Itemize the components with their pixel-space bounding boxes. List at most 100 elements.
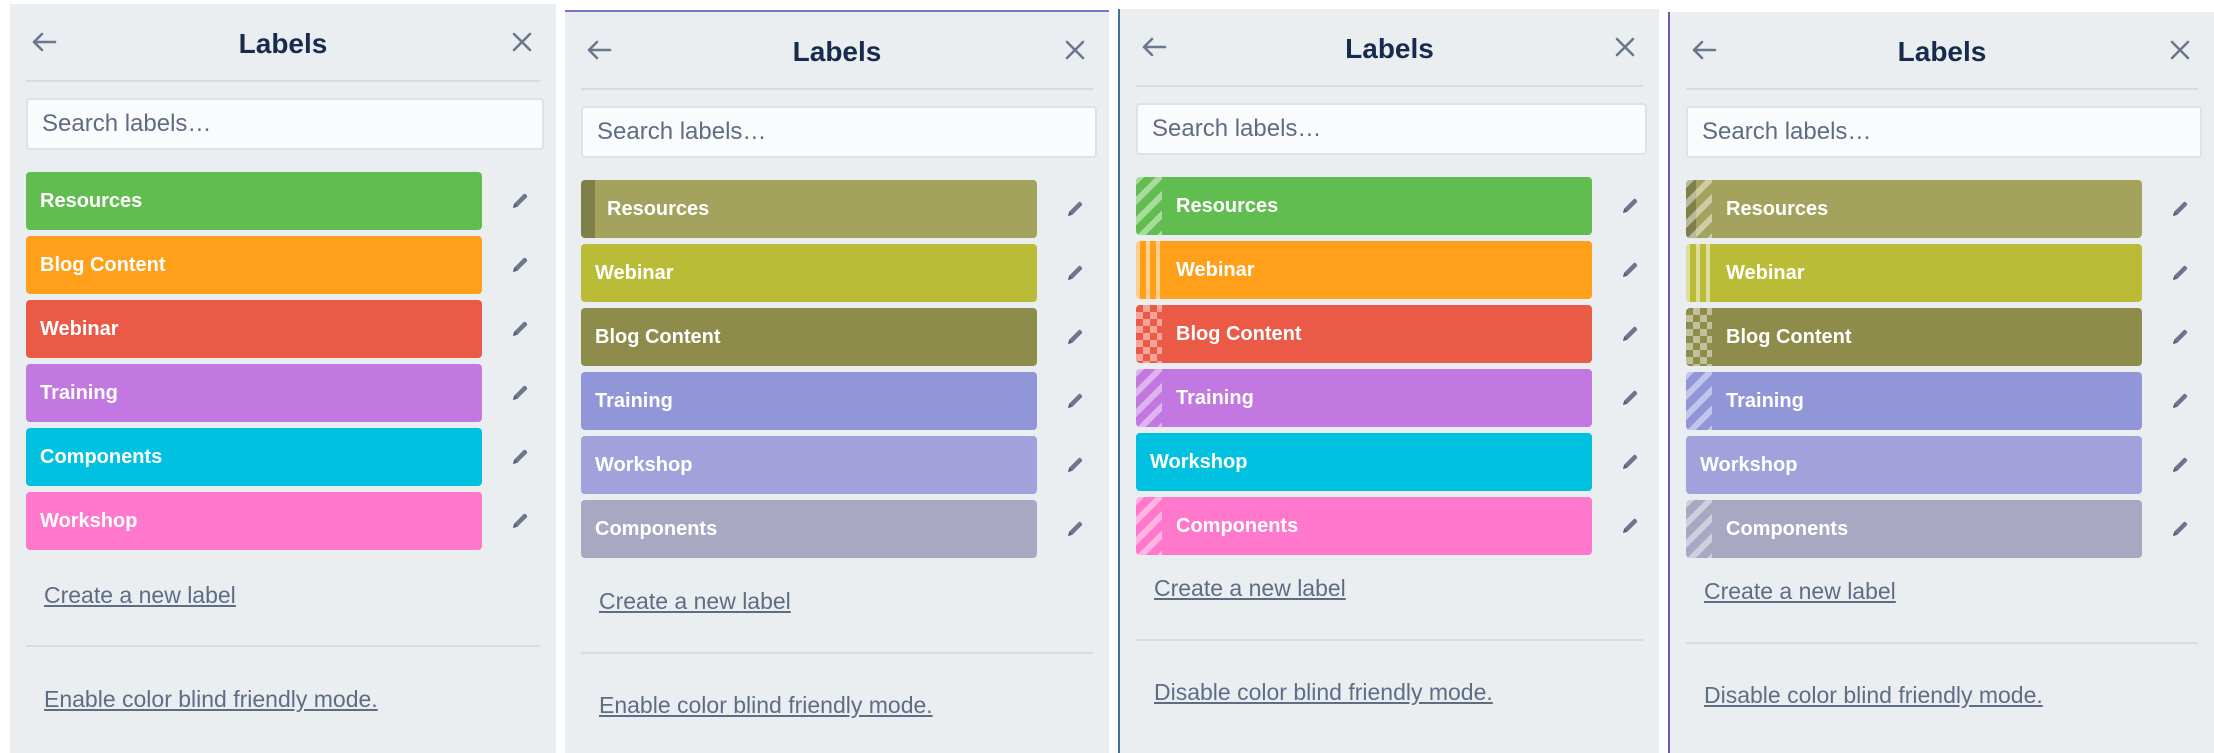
search-input[interactable] <box>1686 106 2202 158</box>
label-name: Training <box>595 390 673 412</box>
label-chip-workshop[interactable]: Workshop <box>26 492 482 550</box>
color-blind-toggle-link[interactable]: Enable color blind friendly mode. <box>599 692 933 719</box>
label-chip-components[interactable]: Components <box>581 500 1037 558</box>
pencil-icon <box>2173 457 2188 472</box>
label-name: Workshop <box>595 454 693 476</box>
label-chip-blog-content[interactable]: Blog Content <box>581 308 1037 366</box>
label-row-workshop: Workshop <box>26 492 540 550</box>
label-chip-training[interactable]: Training <box>581 372 1037 430</box>
edit-label-button[interactable] <box>506 443 534 471</box>
label-row-resources: Resources <box>1136 177 1643 235</box>
label-row-blog-content: Blog Content <box>1136 305 1643 363</box>
edit-label-button[interactable] <box>1061 451 1089 479</box>
label-chip-workshop[interactable]: Workshop <box>1136 433 1592 491</box>
edit-label-button[interactable] <box>1616 320 1644 348</box>
close-button[interactable] <box>2162 32 2198 68</box>
label-name: Resources <box>607 198 710 220</box>
edit-label-button[interactable] <box>1616 448 1644 476</box>
label-chip-workshop[interactable]: Workshop <box>1686 436 2142 494</box>
label-chip-components[interactable]: Components <box>1136 497 1592 555</box>
label-row-components: Components <box>581 500 1093 558</box>
create-label-link[interactable]: Create a new label <box>1704 578 1896 605</box>
search-input[interactable] <box>1136 103 1647 155</box>
label-row-blog-content: Blog Content <box>26 236 540 294</box>
edit-label-button[interactable] <box>2166 259 2194 287</box>
close-button[interactable] <box>1057 32 1093 68</box>
edit-label-button[interactable] <box>506 507 534 535</box>
label-chip-components[interactable]: Components <box>26 428 482 486</box>
label-name: Components <box>1176 515 1299 537</box>
label-chip-blog-content[interactable]: Blog Content <box>26 236 482 294</box>
edit-label-button[interactable] <box>1061 195 1089 223</box>
pencil-icon <box>1623 454 1638 469</box>
close-button[interactable] <box>1607 29 1643 65</box>
edit-label-button[interactable] <box>506 187 534 215</box>
pencil-icon <box>1068 265 1083 280</box>
label-chip-resources[interactable]: Resources <box>581 180 1037 238</box>
edit-label-button[interactable] <box>2166 323 2194 351</box>
label-chip-training[interactable]: Training <box>26 364 482 422</box>
pencil-icon <box>513 513 528 528</box>
color-blind-pattern <box>1136 241 1162 299</box>
color-blind-toggle-link[interactable]: Disable color blind friendly mode. <box>1154 679 1493 706</box>
label-chip-blog-content[interactable]: Blog Content <box>1136 305 1592 363</box>
label-chip-webinar[interactable]: Webinar <box>1686 244 2142 302</box>
label-name: Webinar <box>40 318 119 340</box>
label-chip-workshop[interactable]: Workshop <box>581 436 1037 494</box>
color-blind-pattern <box>1686 244 1712 302</box>
label-row-blog-content: Blog Content <box>1686 308 2198 366</box>
edit-label-button[interactable] <box>506 379 534 407</box>
pencil-icon <box>513 385 528 400</box>
edit-label-button[interactable] <box>1616 256 1644 284</box>
header-divider <box>1686 88 2198 90</box>
label-chip-components[interactable]: Components <box>1686 500 2142 558</box>
edit-label-button[interactable] <box>2166 387 2194 415</box>
edit-label-button[interactable] <box>1061 515 1089 543</box>
edit-label-button[interactable] <box>2166 451 2194 479</box>
color-blind-pattern <box>1686 372 1712 430</box>
label-chip-webinar[interactable]: Webinar <box>26 300 482 358</box>
edit-label-button[interactable] <box>1616 192 1644 220</box>
create-label-link[interactable]: Create a new label <box>44 582 236 609</box>
create-label-link[interactable]: Create a new label <box>1154 575 1346 602</box>
label-row-resources: Resources <box>26 172 540 230</box>
footer-divider <box>581 652 1093 654</box>
close-button[interactable] <box>504 24 540 60</box>
label-chip-resources[interactable]: Resources <box>1686 180 2142 238</box>
color-blind-toggle-link[interactable]: Disable color blind friendly mode. <box>1704 682 2043 709</box>
edit-label-button[interactable] <box>1616 512 1644 540</box>
pencil-icon <box>1623 326 1638 341</box>
label-chip-resources[interactable]: Resources <box>1136 177 1592 235</box>
label-row-components: Components <box>26 428 540 486</box>
label-name: Workshop <box>40 510 138 532</box>
color-blind-toggle-link[interactable]: Enable color blind friendly mode. <box>44 686 378 713</box>
labels-panel-1: Labels Resources Blog Content Webinar Train… <box>10 4 556 753</box>
edit-label-button[interactable] <box>1616 384 1644 412</box>
label-chip-webinar[interactable]: Webinar <box>1136 241 1592 299</box>
footer-divider <box>1136 639 1643 641</box>
color-blind-pattern <box>1686 180 1712 238</box>
search-input[interactable] <box>581 106 1097 158</box>
edit-label-button[interactable] <box>506 315 534 343</box>
close-icon <box>512 32 532 52</box>
edit-label-button[interactable] <box>506 251 534 279</box>
color-blind-pattern <box>1686 500 1712 558</box>
search-input[interactable] <box>26 98 544 150</box>
pencil-icon <box>1068 201 1083 216</box>
label-chip-training[interactable]: Training <box>1686 372 2142 430</box>
label-chip-training[interactable]: Training <box>1136 369 1592 427</box>
label-chip-resources[interactable]: Resources <box>26 172 482 230</box>
edit-label-button[interactable] <box>1061 259 1089 287</box>
edit-label-button[interactable] <box>2166 195 2194 223</box>
edit-label-button[interactable] <box>2166 515 2194 543</box>
label-row-components: Components <box>1136 497 1643 555</box>
label-row-workshop: Workshop <box>581 436 1093 494</box>
close-icon <box>1615 37 1635 57</box>
edit-label-button[interactable] <box>1061 387 1089 415</box>
panel-header: Labels <box>565 12 1109 88</box>
label-chip-webinar[interactable]: Webinar <box>581 244 1037 302</box>
label-chip-blog-content[interactable]: Blog Content <box>1686 308 2142 366</box>
label-name: Blog Content <box>1726 326 1852 348</box>
create-label-link[interactable]: Create a new label <box>599 588 791 615</box>
edit-label-button[interactable] <box>1061 323 1089 351</box>
